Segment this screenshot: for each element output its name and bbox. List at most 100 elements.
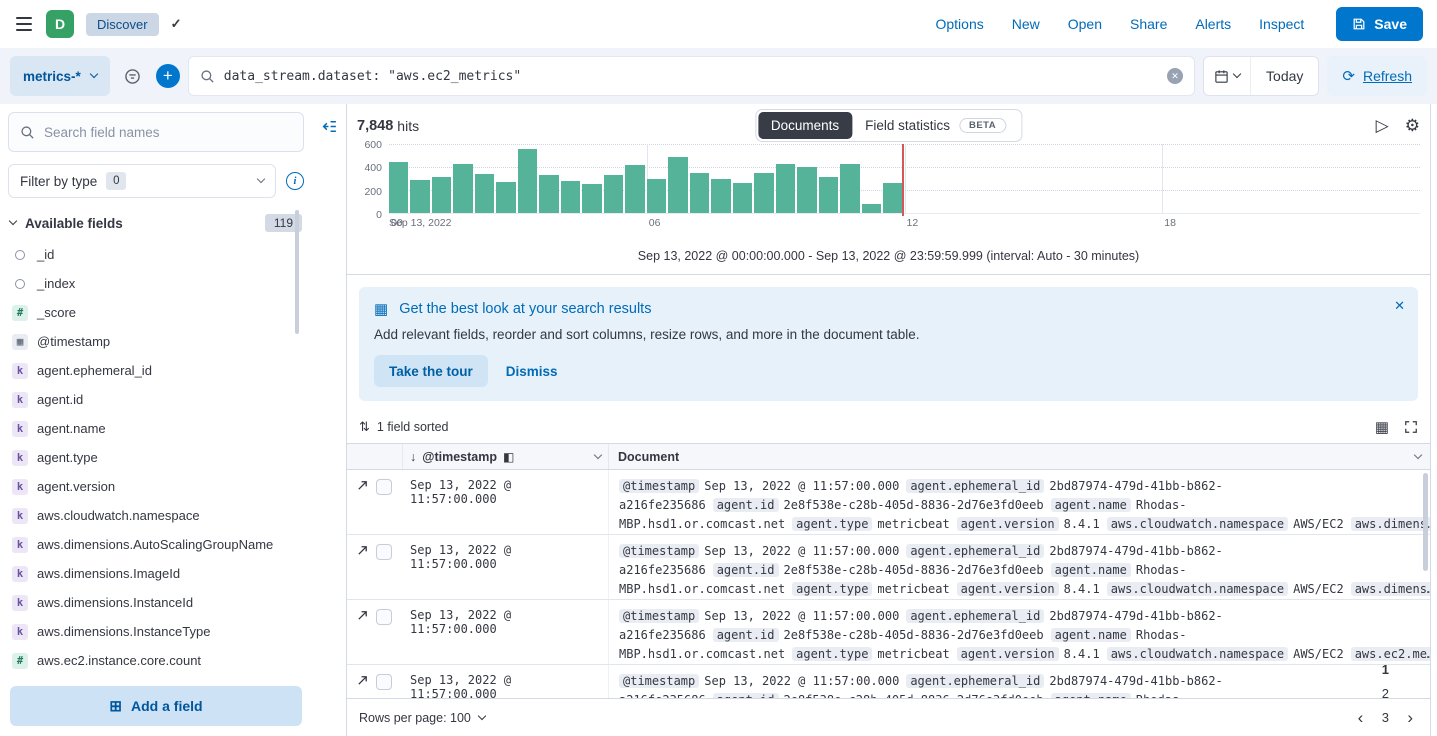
table-row: Sep 13, 2022 @ 11:57:00.000@timestampSep… [347,535,1430,600]
clear-query-icon[interactable]: ✕ [1167,68,1183,84]
grid-scrollbar[interactable] [1423,473,1428,571]
field-item[interactable]: #_score [8,298,304,327]
histogram-bar [410,180,429,213]
display-options-icon[interactable]: ▦ [1375,418,1389,436]
query-text[interactable]: data_stream.dataset: "aws.ec2_metrics" [224,69,1158,84]
nav-link-options[interactable]: Options [935,16,983,32]
data-view-selector[interactable]: metrics-* [10,56,110,96]
available-fields-header[interactable]: Available fields 119 [8,210,304,240]
page-button-4[interactable]: 4 [1374,730,1396,736]
sort-icon: ⇅ [359,419,370,435]
header-nav: Options New Open Share Alerts Inspect [935,16,1304,32]
histogram-chart[interactable]: 6004002000 00061218Sep 13, 2022 [347,140,1430,242]
histogram-bar [690,173,709,213]
field-name: agent.ephemeral_id [37,363,152,378]
search-icon [200,69,215,84]
gear-icon[interactable]: ⚙ [1405,117,1420,134]
doc-field-name: agent.version [957,517,1059,531]
nav-link-share[interactable]: Share [1130,16,1167,32]
chart-plot-area[interactable] [389,144,1420,214]
field-item[interactable]: #aws.ec2.instance.core.count [8,646,304,675]
expand-document-icon[interactable] [356,609,369,622]
field-item[interactable]: kagent.version [8,472,304,501]
timestamp-column-header[interactable]: ↓ @timestamp ◧︎​ [403,444,609,469]
add-field-button[interactable]: ⊞ Add a field [10,686,302,726]
date-range-button[interactable]: Today [1250,57,1318,95]
field-item[interactable]: _index [8,269,304,298]
doc-field-value: Sep 13, 2022 @ 11:57:00.000 [704,609,899,623]
nav-link-new[interactable]: New [1012,16,1040,32]
field-type-keyword-icon: k [12,624,28,640]
field-item[interactable]: kagent.ephemeral_id [8,356,304,385]
sidebar-scrollbar[interactable] [295,210,299,334]
page-button-3[interactable]: 3 [1374,706,1396,730]
expand-document-icon[interactable] [356,674,369,687]
doc-field-name: agent.id [713,628,779,642]
row-checkbox[interactable] [376,479,392,495]
collapse-sidebar-button[interactable] [321,118,338,135]
histogram-bar [582,184,601,213]
close-icon[interactable]: ✕ [1394,298,1405,314]
query-input[interactable]: data_stream.dataset: "aws.ec2_metrics" ✕ [188,56,1195,96]
document-column-header[interactable]: Document [609,450,1430,464]
menu-hamburger-icon[interactable] [14,15,34,33]
saved-query-menu-button[interactable] [118,61,148,91]
field-name: agent.version [37,479,115,494]
take-the-tour-button[interactable]: Take the tour [374,355,488,387]
date-quick-select-button[interactable] [1204,57,1250,95]
x-tick-label: 12 [907,217,919,229]
field-item[interactable]: kaws.dimensions.AutoScalingGroupName [8,530,304,559]
expand-document-icon[interactable] [356,479,369,492]
field-name: aws.dimensions.ImageId [37,566,180,581]
previous-page-icon[interactable]: ‹ [1353,708,1369,728]
doc-field-name: aws.cloudwatch.namespace [1107,517,1288,531]
filter-by-type-button[interactable]: Filter by type 0 [8,164,276,198]
row-checkbox[interactable] [376,674,392,690]
field-item[interactable]: kagent.id [8,385,304,414]
doc-field-value: Sep 13, 2022 @ 11:57:00.000 [704,479,899,493]
nav-link-open[interactable]: Open [1068,16,1102,32]
field-search-input[interactable] [44,125,292,140]
field-item[interactable]: ▦@timestamp [8,327,304,356]
chevron-down-icon[interactable] [1414,450,1422,458]
next-page-icon[interactable]: › [1402,708,1418,728]
field-search[interactable] [8,112,304,152]
row-timestamp: Sep 13, 2022 @ 11:57:00.000 [403,665,609,698]
field-list: _id_index#_score▦@timestampkagent.epheme… [8,240,304,676]
doc-field-name: agent.type [792,647,872,661]
dismiss-button[interactable]: Dismiss [506,364,558,379]
breadcrumb[interactable]: Discover [86,13,159,36]
chevron-down-icon[interactable] [594,450,602,458]
nav-link-inspect[interactable]: Inspect [1259,16,1304,32]
save-button[interactable]: Save [1336,7,1423,41]
space-avatar[interactable]: D [46,10,74,38]
add-filter-button[interactable]: + [156,64,180,88]
doc-field-name-truncated: aws.dimens… [1351,517,1430,531]
fullscreen-icon[interactable] [1404,420,1418,434]
doc-field-name: agent.name [1051,628,1131,642]
histogram-bar [711,179,730,214]
callout-body: Add relevant fields, reorder and sort co… [374,327,1403,342]
field-item[interactable]: kagent.name [8,414,304,443]
expand-document-icon[interactable] [356,544,369,557]
history-icon[interactable]: ▷︎​ [1376,117,1389,134]
field-type-date-icon: ▦ [12,334,28,350]
field-item[interactable]: kaws.dimensions.InstanceId [8,588,304,617]
refresh-button[interactable]: ⟳ Refresh [1327,56,1427,96]
data-view-label: metrics-* [23,69,81,84]
tab-field-statistics[interactable]: Field statistics BETA [852,112,1019,139]
row-checkbox[interactable] [376,544,392,560]
field-item[interactable]: kaws.dimensions.InstanceType [8,617,304,646]
row-checkbox[interactable] [376,609,392,625]
tab-documents[interactable]: Documents [758,112,852,139]
field-item[interactable]: _id [8,240,304,269]
field-item[interactable]: kaws.cloudwatch.namespace [8,501,304,530]
info-icon[interactable]: i [286,172,304,190]
row-timestamp: Sep 13, 2022 @ 11:57:00.000 [403,535,609,599]
field-item[interactable]: kagent.type [8,443,304,472]
field-item[interactable]: k aws.dimensions.ImageId [8,559,304,588]
sorted-fields-button[interactable]: ⇅ 1 field sorted [359,419,448,435]
nav-link-alerts[interactable]: Alerts [1195,16,1231,32]
rows-per-page-button[interactable]: Rows per page: 100 [359,711,485,725]
field-type-keyword-icon: k [12,566,28,582]
